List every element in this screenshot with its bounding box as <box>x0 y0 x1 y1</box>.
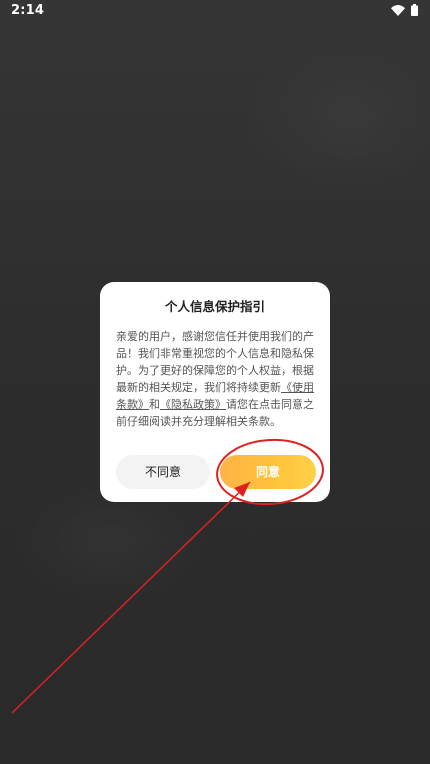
privacy-dialog: 个人信息保护指引 亲爱的用户，感谢您信任并使用我们的产品！我们非常重视您的个人信… <box>100 282 330 502</box>
battery-icon <box>411 4 418 16</box>
dialog-title: 个人信息保护指引 <box>164 299 265 314</box>
dialog-body: 亲爱的用户，感谢您信任并使用我们的产品！我们非常重视您的个人信息和隐私保护。为了… <box>116 328 316 430</box>
status-bar: 2:14 <box>0 0 430 22</box>
agree-button[interactable]: 同意 <box>220 455 316 489</box>
wifi-icon <box>391 4 405 16</box>
disagree-button[interactable]: 不同意 <box>116 455 210 489</box>
status-time: 2:14 <box>11 3 45 18</box>
and-text: 和 <box>149 398 160 411</box>
status-icons <box>391 4 418 16</box>
privacy-policy-link[interactable]: 《隐私政策》 <box>160 398 226 411</box>
